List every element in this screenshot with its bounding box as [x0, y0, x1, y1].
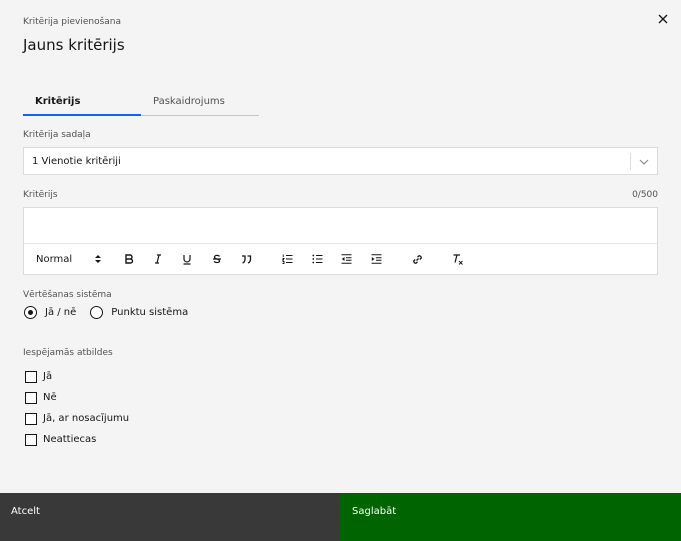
possible-answers-group: Jā Nē Jā, ar nosacījumu Neattiecas	[25, 366, 129, 450]
ordered-list-icon	[281, 254, 292, 264]
checkbox-label: Jā	[43, 371, 53, 382]
editor-toolbar: Normal	[24, 244, 657, 274]
format-select[interactable]: Normal	[36, 250, 102, 268]
radio-label: Jā / nē	[45, 307, 77, 318]
modal-label: Kritērija pievienošana	[23, 17, 121, 27]
bullet-list-button[interactable]	[309, 250, 325, 268]
possible-answers-label: Iespējamās atbildes	[23, 348, 113, 358]
tab-criterion[interactable]: Kritērijs	[23, 88, 141, 116]
rating-system-group: Jā / nē Punktu sistēma	[24, 306, 202, 319]
section-select[interactable]: 1 Vienotie kritēriji	[23, 147, 658, 175]
outdent-icon	[341, 254, 351, 264]
radio-yes-no[interactable]: Jā / nē	[24, 306, 76, 319]
tab-list: Kritērijs Paskaidrojums	[23, 88, 260, 116]
radio-label: Punktu sistēma	[111, 307, 189, 318]
close-button[interactable]	[652, 8, 674, 30]
rating-system-label: Vērtēšanas sistēma	[23, 290, 112, 300]
editor-input-area[interactable]	[24, 208, 657, 244]
radio-points[interactable]: Punktu sistēma	[90, 306, 188, 319]
format-select-value: Normal	[36, 253, 73, 265]
ordered-list-button[interactable]	[279, 250, 295, 268]
close-icon	[658, 14, 668, 24]
radio-indicator	[24, 306, 37, 319]
checkbox-no[interactable]: Nē	[25, 387, 129, 408]
link-button[interactable]	[409, 250, 425, 268]
checkbox-label: Neattiecas	[43, 434, 97, 445]
bold-icon	[125, 254, 134, 264]
strike-icon	[213, 254, 221, 264]
italic-button[interactable]	[150, 250, 166, 268]
criterion-field-label: Kritērijs	[23, 190, 58, 200]
quote-button[interactable]	[238, 250, 254, 268]
bullet-list-icon	[311, 254, 322, 264]
rich-text-editor: Normal	[23, 207, 658, 275]
tab-explanation[interactable]: Paskaidrojums	[141, 88, 259, 116]
checkbox-yes-conditional[interactable]: Jā, ar nosacījumu	[25, 408, 129, 429]
updown-icon	[95, 255, 101, 263]
strike-button[interactable]	[209, 250, 225, 268]
checkbox-indicator	[25, 412, 37, 425]
quote-icon	[241, 254, 251, 264]
underline-button[interactable]	[179, 250, 195, 268]
modal-footer: Atcelt Saglabāt	[0, 493, 681, 541]
checkbox-indicator	[25, 433, 37, 446]
link-icon	[412, 254, 422, 264]
modal-dialog: Kritērija pievienošana Jauns kritērijs K…	[0, 0, 681, 541]
checkbox-label: Jā, ar nosacījumu	[43, 413, 130, 424]
checkbox-yes[interactable]: Jā	[25, 366, 129, 387]
clear-format-button[interactable]	[450, 250, 466, 268]
section-field-label: Kritērija sadaļa	[23, 130, 91, 140]
select-divider	[630, 153, 631, 170]
cancel-button[interactable]: Atcelt	[0, 493, 340, 541]
indent-icon	[371, 254, 381, 264]
outdent-button[interactable]	[338, 250, 354, 268]
checkbox-label: Nē	[43, 392, 57, 403]
bold-button[interactable]	[121, 250, 137, 268]
clear-format-icon	[453, 253, 463, 265]
italic-icon	[155, 254, 161, 264]
checkbox-not-applicable[interactable]: Neattiecas	[25, 429, 129, 450]
radio-indicator	[90, 306, 104, 319]
underline-icon	[183, 254, 191, 265]
checkbox-indicator	[25, 391, 37, 404]
character-counter: 0/500	[632, 190, 658, 200]
indent-button[interactable]	[368, 250, 384, 268]
section-select-value: 1 Vienotie kritēriji	[32, 155, 121, 167]
modal-title: Jauns kritērijs	[23, 36, 125, 54]
save-button[interactable]: Saglabāt	[340, 493, 681, 541]
chevron-down-icon	[639, 159, 649, 165]
checkbox-indicator	[25, 370, 37, 383]
